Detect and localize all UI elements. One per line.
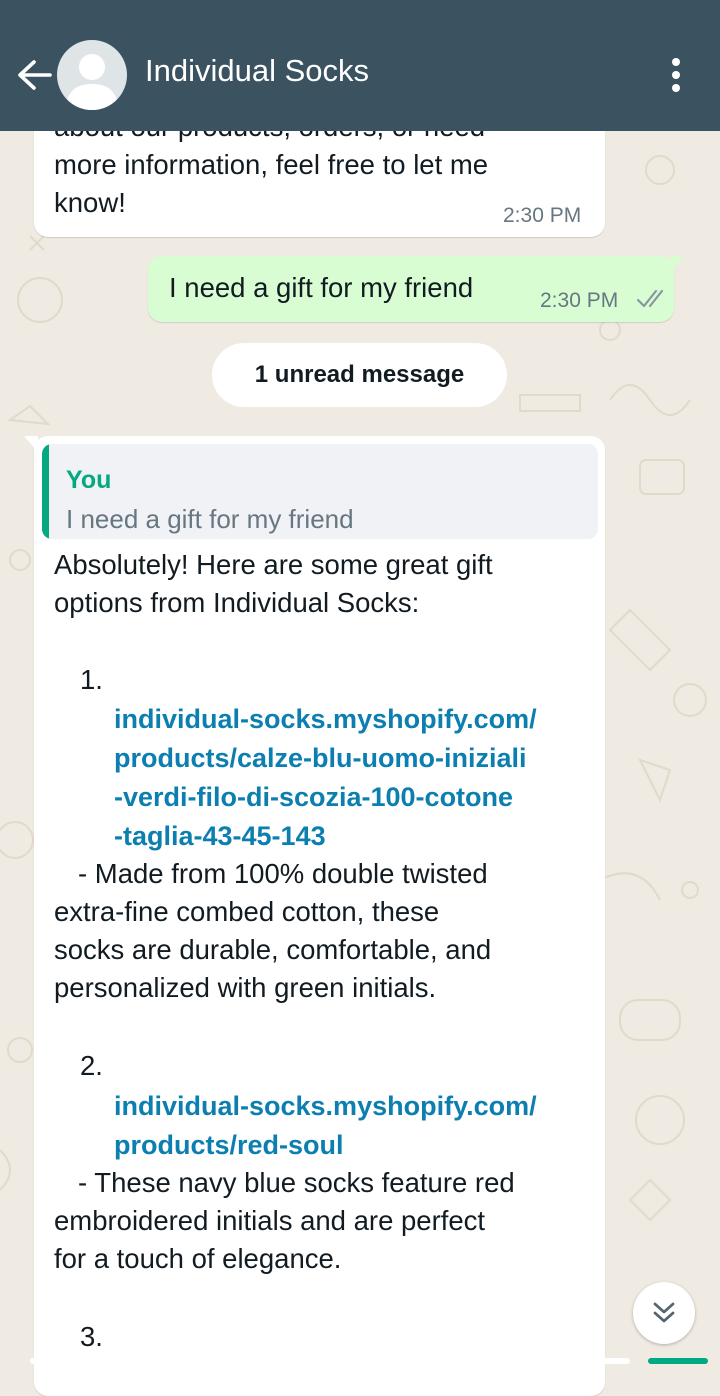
composer-edge: [30, 1358, 708, 1364]
product-link[interactable]: individual-socks.myshopify.com/: [114, 704, 537, 735]
product-description: for a touch of elegance.: [54, 1243, 342, 1274]
message-text: I need a gift for my friend: [169, 272, 474, 303]
back-arrow-icon[interactable]: [14, 56, 54, 94]
product-description: personalized with green initials.: [54, 972, 437, 1003]
message-time: 2:30 PM: [503, 204, 582, 227]
double-check-icon: [636, 289, 670, 309]
list-number: 3.: [80, 1321, 103, 1352]
product-link[interactable]: -verdi-filo-di-scozia-100-cotone: [114, 782, 513, 813]
product-link[interactable]: products/calze-blu-uomo-iniziali: [114, 743, 527, 774]
product-description: - These navy blue socks feature red: [78, 1167, 515, 1198]
message-text-line: know!: [54, 187, 126, 218]
reply-intro-line: options from Individual Socks:: [54, 587, 420, 618]
message-time: 2:30 PM: [540, 289, 619, 312]
contact-name[interactable]: Individual Socks: [145, 53, 369, 89]
product-link[interactable]: products/red-soul: [114, 1130, 344, 1161]
double-chevron-down-icon: [653, 1302, 675, 1323]
default-avatar-icon: [66, 54, 118, 110]
message-text-line: more information, feel free to let me: [54, 149, 489, 180]
product-link[interactable]: individual-socks.myshopify.com/: [114, 1091, 537, 1122]
bubble-tail: [24, 436, 38, 452]
unread-banner: 1 unread message: [212, 343, 507, 407]
quote-author: You: [66, 466, 112, 494]
quote-accent-bar: [42, 444, 49, 539]
quote-text: I need a gift for my friend: [66, 504, 354, 534]
avatar[interactable]: [57, 40, 127, 110]
product-description: - Made from 100% double twisted: [78, 858, 488, 889]
scroll-to-bottom-button[interactable]: [633, 1282, 695, 1344]
bubble-tail: [670, 256, 684, 272]
product-description: embroidered initials and are perfect: [54, 1205, 486, 1236]
chat-header: Individual Socks: [0, 0, 720, 131]
incoming-reply-message[interactable]: You I need a gift for my friend Absolute…: [24, 436, 605, 1396]
list-number: 1.: [80, 664, 103, 695]
product-description: socks are durable, comfortable, and: [54, 934, 492, 965]
more-vert-icon[interactable]: [664, 57, 688, 93]
product-link[interactable]: -taglia-43-45-143: [114, 821, 326, 852]
outgoing-message[interactable]: I need a gift for my friend 2:30 PM: [148, 256, 684, 322]
reply-intro-line: Absolutely! Here are some great gift: [54, 549, 493, 580]
list-number: 2.: [80, 1050, 103, 1081]
quoted-reply[interactable]: You I need a gift for my friend: [42, 444, 598, 539]
product-description: extra-fine combed cotton, these: [54, 896, 440, 927]
